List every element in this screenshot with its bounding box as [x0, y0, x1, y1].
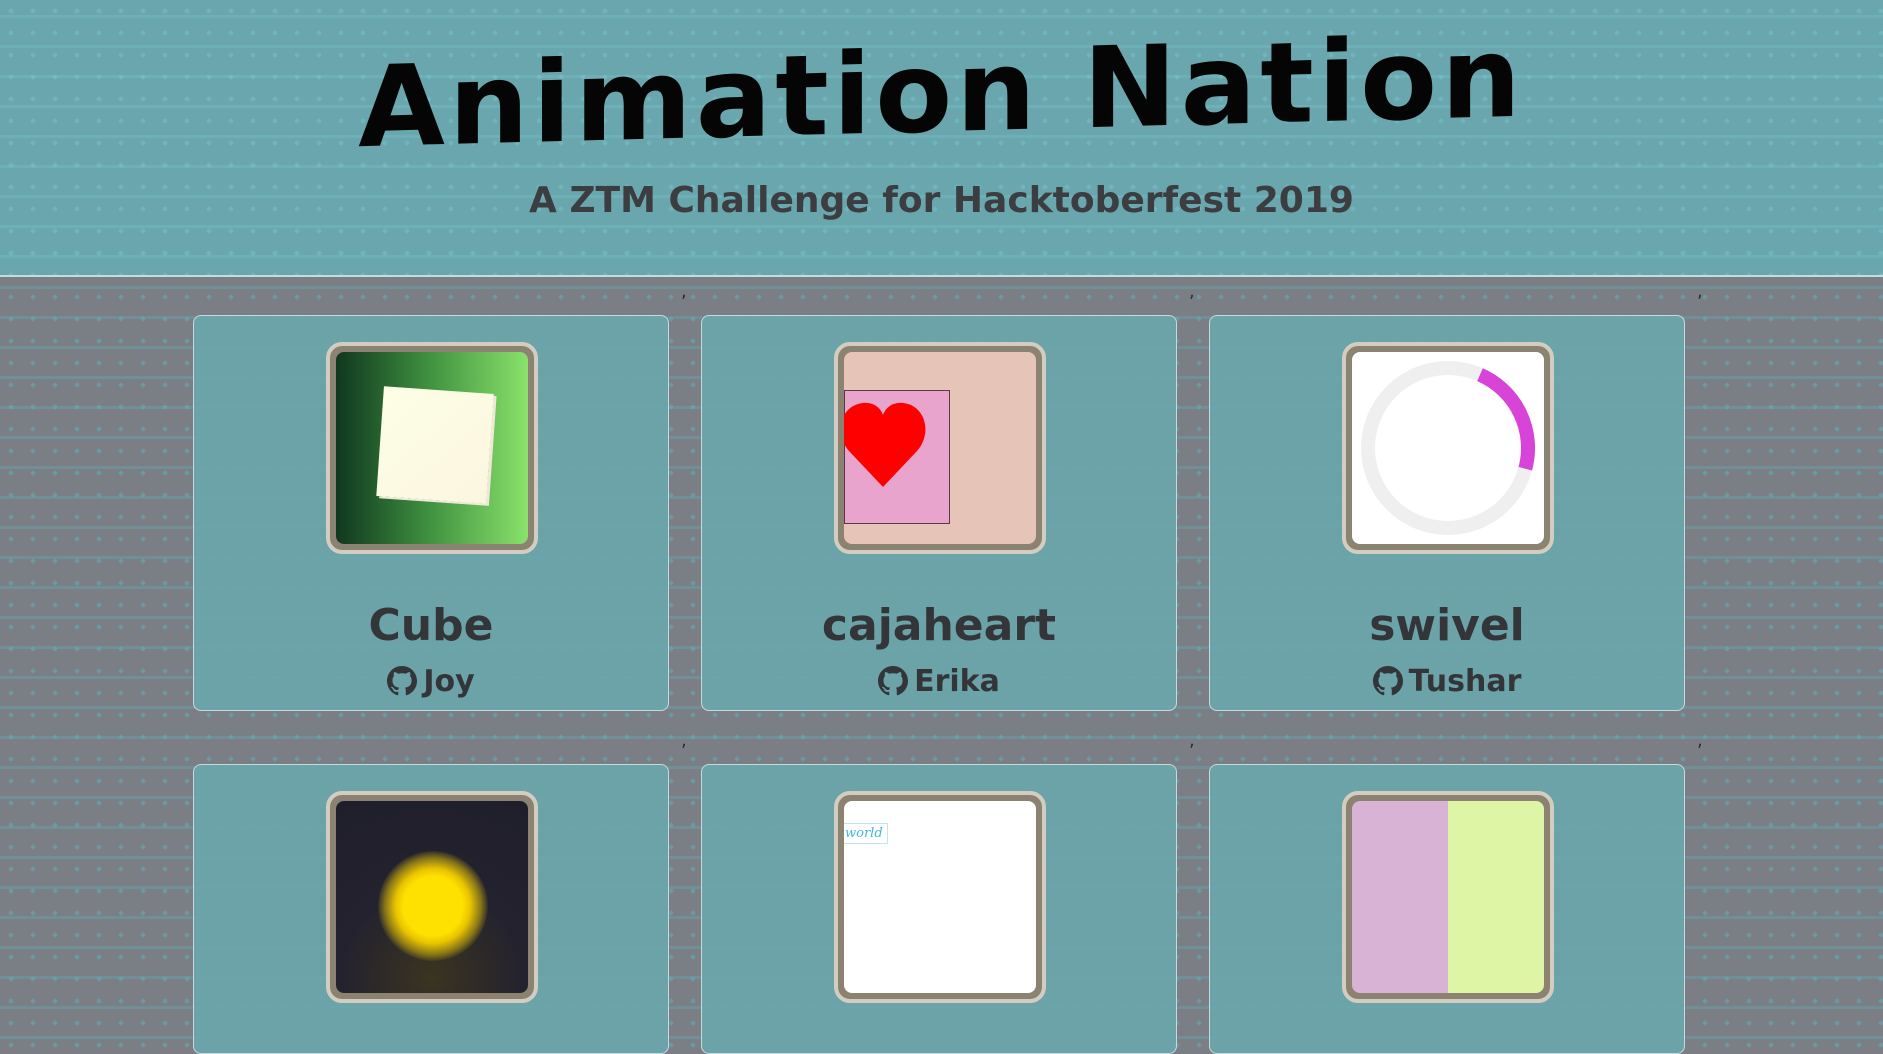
animation-card-cajaheart[interactable]: cajaheart Erika	[701, 315, 1177, 711]
animation-card-hello-world[interactable]: world	[701, 764, 1177, 1054]
animation-thumbnail[interactable]	[1342, 791, 1554, 1003]
github-icon	[878, 666, 909, 696]
card-title: swivel	[1369, 600, 1525, 651]
heart-animation-preview	[844, 352, 1036, 544]
animation-card-sun[interactable]	[193, 764, 669, 1054]
github-icon	[1372, 666, 1403, 696]
cube-animation-preview	[336, 352, 528, 544]
separator-comma: ,	[1189, 281, 1195, 302]
heart-box	[844, 390, 950, 524]
separator-comma: ,	[1189, 730, 1195, 751]
animation-card-cube[interactable]: Cube Joy	[193, 315, 669, 711]
animation-thumbnail[interactable]	[326, 342, 538, 554]
separator-comma: ,	[1697, 730, 1703, 751]
sun-icon	[378, 851, 488, 961]
animation-thumbnail[interactable]: world	[834, 791, 1046, 1003]
animation-thumbnail[interactable]	[834, 342, 1046, 554]
separator-comma: ,	[1697, 281, 1703, 302]
animation-thumbnail[interactable]	[1342, 342, 1554, 554]
text-animation-preview: world	[844, 801, 1036, 993]
split-color-animation-preview	[1352, 801, 1544, 993]
swivel-ring-icon	[1361, 361, 1536, 535]
heart-icon	[844, 402, 926, 487]
preview-text: world	[844, 823, 888, 844]
animation-card-split[interactable]	[1209, 764, 1685, 1054]
separator-comma: ,	[681, 730, 687, 751]
card-title: cajaheart	[821, 600, 1057, 651]
card-title: Cube	[368, 600, 494, 651]
site-subtitle: A ZTM Challenge for Hacktoberfest 2019	[529, 180, 1354, 221]
author-link[interactable]: Erika	[702, 662, 1176, 702]
site-header: Animation Nation A ZTM Challenge for Hac…	[0, 0, 1883, 277]
github-icon	[387, 666, 418, 696]
author-name: Erika	[914, 664, 1000, 699]
separator-comma: ,	[681, 281, 687, 302]
animation-thumbnail[interactable]	[326, 791, 538, 1003]
cube-face	[376, 386, 494, 504]
swivel-animation-preview	[1352, 352, 1544, 544]
author-link[interactable]: Tushar	[1210, 662, 1684, 702]
sun-animation-preview	[336, 801, 528, 993]
animation-card-swivel[interactable]: swivel Tushar	[1209, 315, 1685, 711]
author-name: Tushar	[1408, 664, 1522, 699]
author-link[interactable]: Joy	[194, 662, 668, 702]
site-title: Animation Nation	[358, 12, 1525, 174]
author-name: Joy	[423, 664, 475, 699]
